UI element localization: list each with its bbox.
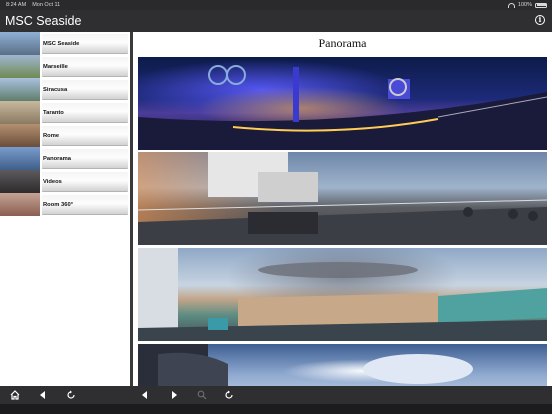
sidebar-item-label: Videos — [42, 171, 128, 192]
zoom-icon[interactable] — [195, 386, 209, 404]
sidebar-item-label: Marseille — [42, 56, 128, 77]
sidebar-item-taranto[interactable]: Taranto — [0, 101, 130, 124]
status-date: Mon Oct 11 — [32, 2, 61, 8]
sidebar-item-label: Siracusa — [42, 79, 128, 100]
sidebar-item-label: Panorama — [42, 148, 128, 169]
back-icon[interactable] — [36, 386, 50, 404]
wifi-icon — [507, 2, 515, 8]
sidebar-item-videos[interactable]: Videos — [0, 170, 130, 193]
forward-icon[interactable] — [167, 386, 181, 404]
panorama-illustration — [138, 344, 473, 386]
refresh-icon[interactable] — [222, 386, 236, 404]
battery-percent: 100% — [517, 2, 532, 8]
nav-bar: MSC Seaside i — [0, 10, 552, 32]
sidebar-item-label: Taranto — [42, 102, 128, 123]
content-panel: Panorama — [133, 32, 552, 386]
status-indicators: 100% — [507, 0, 547, 10]
page-title: Panorama — [318, 36, 367, 50]
thumbnail-image — [0, 78, 40, 101]
sidebar-item-siracusa[interactable]: Siracusa — [0, 78, 130, 101]
status-bar: 8:24 AM Mon Oct 11 100% — [0, 0, 552, 10]
sidebar-item-label: Rome — [42, 125, 128, 146]
sidebar-item-marseille[interactable]: Marseille — [0, 55, 130, 78]
sidebar-item-label: MSC Seaside — [42, 33, 128, 54]
thumbnail-image — [0, 193, 40, 216]
info-icon[interactable]: i — [535, 15, 545, 25]
thumbnail-image — [0, 101, 40, 124]
refresh-icon[interactable] — [64, 386, 78, 404]
panorama-illustration — [138, 248, 547, 341]
battery-icon — [535, 2, 547, 8]
sidebar: MSC Seaside Marseille Siracusa Taranto R… — [0, 32, 130, 386]
home-icon[interactable] — [8, 386, 22, 404]
sidebar-item-rome[interactable]: Rome — [0, 124, 130, 147]
sidebar-item-room-360[interactable]: Room 360° — [0, 193, 130, 216]
sidebar-item-panorama[interactable]: Panorama — [0, 147, 130, 170]
app-title: MSC Seaside — [5, 14, 82, 28]
panorama-illustration — [138, 152, 547, 245]
bottom-toolbar — [0, 386, 552, 404]
status-time: 8:24 AM Mon Oct 11 — [6, 2, 61, 8]
back-icon[interactable] — [138, 386, 152, 404]
panorama-illustration — [138, 65, 547, 150]
home-indicator-area — [0, 404, 552, 414]
thumbnail-image — [0, 32, 40, 55]
sidebar-item-label: Room 360° — [42, 194, 128, 215]
panorama-image-ship-sky[interactable] — [138, 344, 547, 386]
thumbnail-image — [0, 147, 40, 170]
panorama-image-pool-deck-sunset[interactable] — [138, 152, 547, 245]
thumbnail-image — [0, 55, 40, 78]
thumbnail-image — [0, 170, 40, 193]
panorama-image-city-harbor[interactable] — [138, 248, 547, 341]
panorama-image-night-deck[interactable] — [138, 57, 547, 150]
sidebar-item-msc-seaside[interactable]: MSC Seaside — [0, 32, 130, 55]
thumbnail-image — [0, 124, 40, 147]
